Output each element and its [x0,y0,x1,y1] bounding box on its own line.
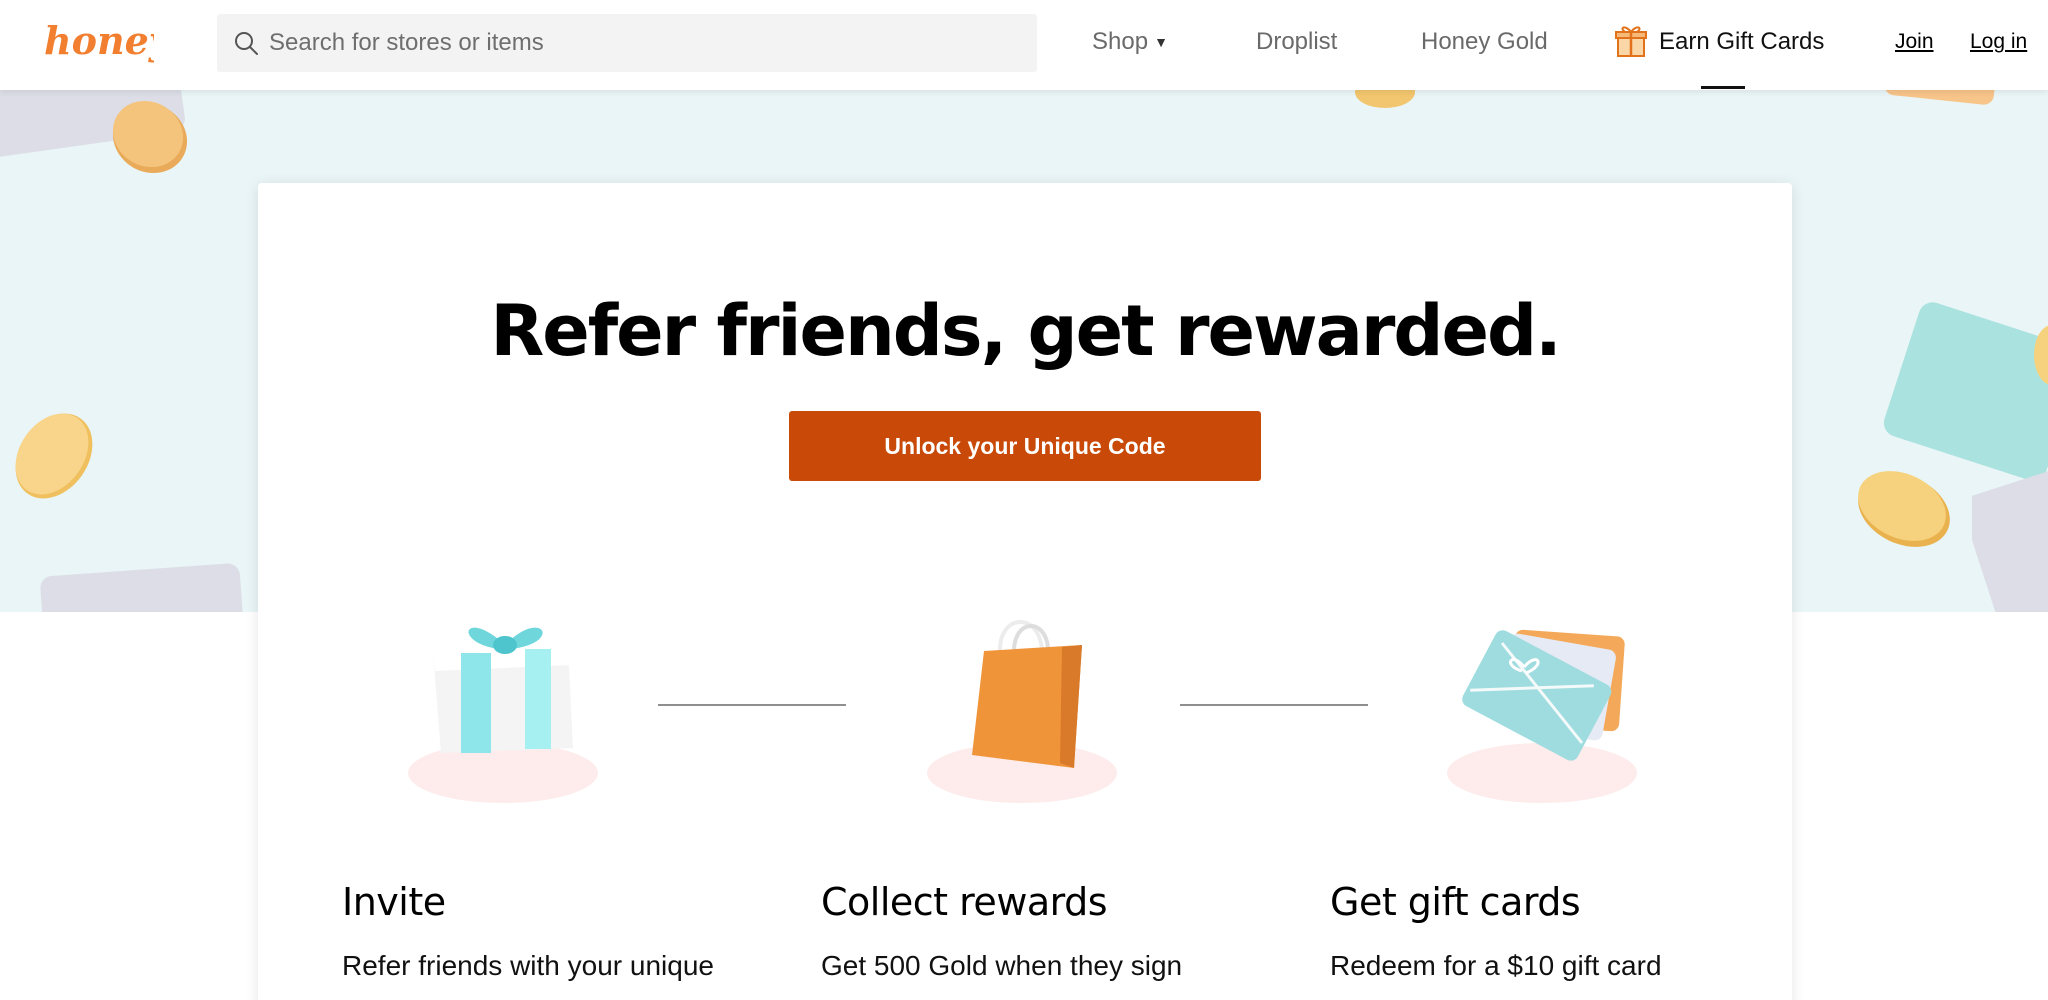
decorative-coin-image [2034,325,2048,385]
step-giftcards-title: Get gift cards [1330,880,1581,924]
step-giftcards-description: Redeem for a $10 gift card [1330,950,1662,981]
step-connector-line [658,704,846,706]
step-connector-line [1180,704,1368,706]
search-icon [235,32,258,55]
step-invite-title: Invite [342,880,446,924]
top-nav-bar: honey Shop ▼ Droplist Honey Gold Earn Gif… [0,0,2048,90]
step-collect-description: Get 500 Gold when they sign [821,950,1183,981]
join-link[interactable]: Join [1895,22,1934,62]
decorative-coin-image [15,413,93,499]
active-nav-indicator [1701,86,1745,89]
search-bar[interactable] [217,14,1037,72]
decorative-coin-image [1355,90,1415,108]
step-collect-title: Collect rewards [821,880,1108,924]
honey-logo[interactable]: honey [42,14,154,70]
gift-cards-illustration [1447,629,1637,803]
decorative-coin-image [112,100,188,174]
nav-droplist[interactable]: Droplist [1256,22,1337,62]
logo-text: honey [44,18,154,63]
gift-box-illustration [408,627,598,803]
nav-shop[interactable]: Shop ▼ [1092,22,1168,62]
nav-shop-label: Shop [1092,28,1149,55]
caret-down-icon: ▼ [1154,34,1168,50]
gift-icon [1615,26,1647,57]
referral-card: Refer friends, get rewarded. Unlock your… [258,183,1792,1000]
decorative-card-image [1972,470,2048,612]
search-input[interactable] [269,14,1019,72]
nav-earn-gift-cards-label: Earn Gift Cards [1659,28,1825,55]
page-title: Refer friends, get rewarded. [490,290,1561,372]
step-invite-description: Refer friends with your unique [342,950,714,981]
login-link[interactable]: Log in [1970,22,2027,62]
decorative-coin-image [1858,471,1950,547]
shopping-bag-illustration [927,620,1117,803]
decorative-card-image [40,563,245,612]
decorative-card-image [1885,90,1995,105]
nav-earn-gift-cards[interactable]: Earn Gift Cards [1615,22,1835,62]
nav-honey-gold[interactable]: Honey Gold [1421,22,1548,62]
unlock-code-button[interactable]: Unlock your Unique Code [789,411,1261,481]
